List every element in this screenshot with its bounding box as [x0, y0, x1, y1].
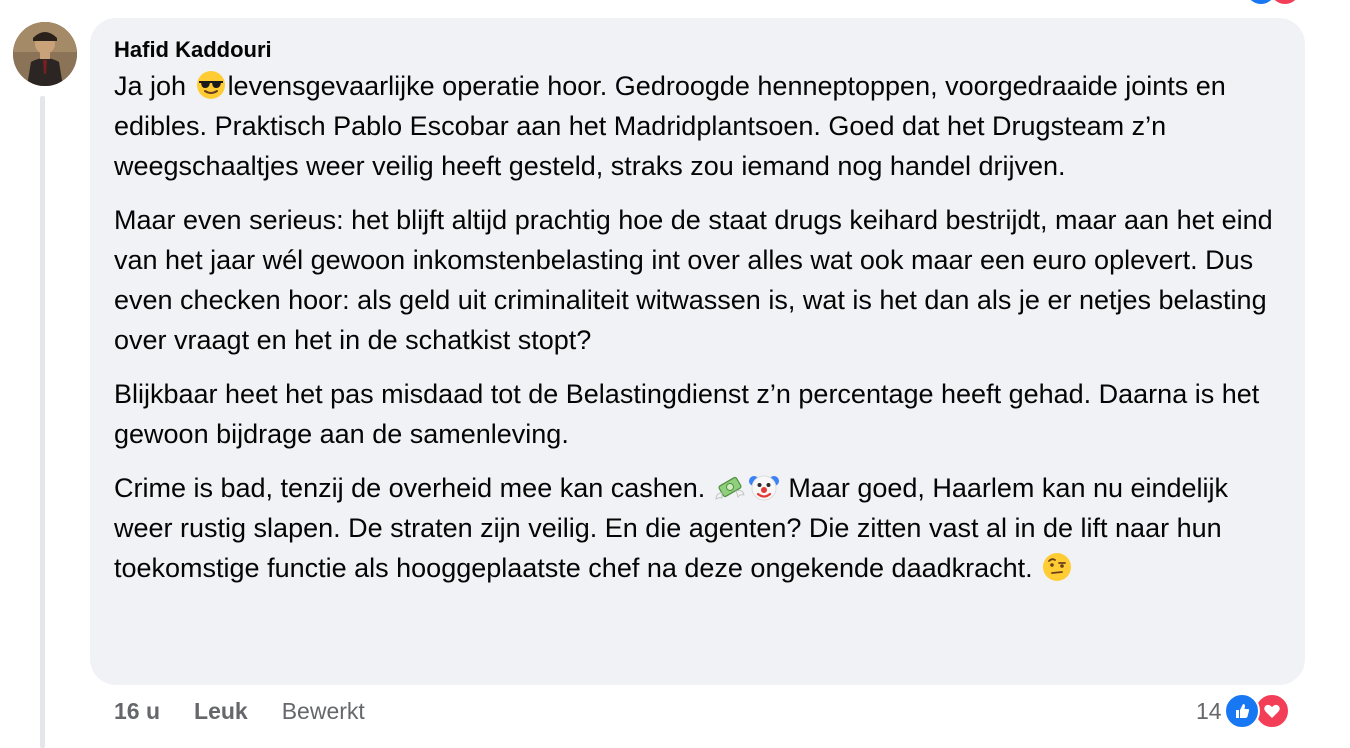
comment-text: Ja joh: [114, 71, 194, 101]
love-icon: [1270, 0, 1300, 4]
comment-text: Crime is bad, tenzij de overheid mee kan…: [114, 473, 713, 503]
like-icon: [1223, 693, 1260, 729]
comment-page: Hafid Kaddouri Ja joh levensgevaarlijke …: [0, 0, 1350, 748]
like-icon: [1246, 0, 1276, 4]
comment-time[interactable]: 16 u: [114, 698, 160, 725]
comment-body: Ja joh levensgevaarlijke operatie hoor. …: [114, 66, 1281, 588]
comment-text: Blijkbaar heet het pas misdaad tot de Be…: [114, 379, 1260, 449]
face-with-raised-eyebrow-emoji: [1041, 551, 1073, 583]
avatar[interactable]: [13, 22, 77, 86]
comment-text: levensgevaarlijke operatie hoor. Gedroog…: [114, 71, 1226, 181]
comment-paragraph: Blijkbaar heet het pas misdaad tot de Be…: [114, 374, 1281, 454]
comment-paragraph: Ja joh levensgevaarlijke operatie hoor. …: [114, 66, 1281, 186]
like-button[interactable]: Leuk: [194, 698, 248, 725]
comment-paragraph: Crime is bad, tenzij de overheid mee kan…: [114, 468, 1281, 588]
thread-line: [40, 96, 45, 748]
sunglasses-emoji: [195, 69, 227, 101]
comment-actions: 16 u Leuk Bewerkt: [114, 696, 399, 726]
clown-emoji: [748, 471, 780, 503]
comment-paragraph: Maar even serieus: het blijft altijd pra…: [114, 200, 1281, 360]
comment-bubble: Hafid Kaddouri Ja joh levensgevaarlijke …: [90, 18, 1305, 685]
reaction-count: 14: [1196, 697, 1222, 724]
reaction-summary[interactable]: 14: [1196, 692, 1290, 730]
comment-author[interactable]: Hafid Kaddouri: [114, 36, 1281, 64]
money-with-wings-emoji: [714, 471, 746, 503]
edited-label: Bewerkt: [281, 697, 365, 724]
previous-comment-reactions: [1228, 0, 1300, 6]
comment-text: Maar even serieus: het blijft altijd pra…: [114, 205, 1273, 355]
